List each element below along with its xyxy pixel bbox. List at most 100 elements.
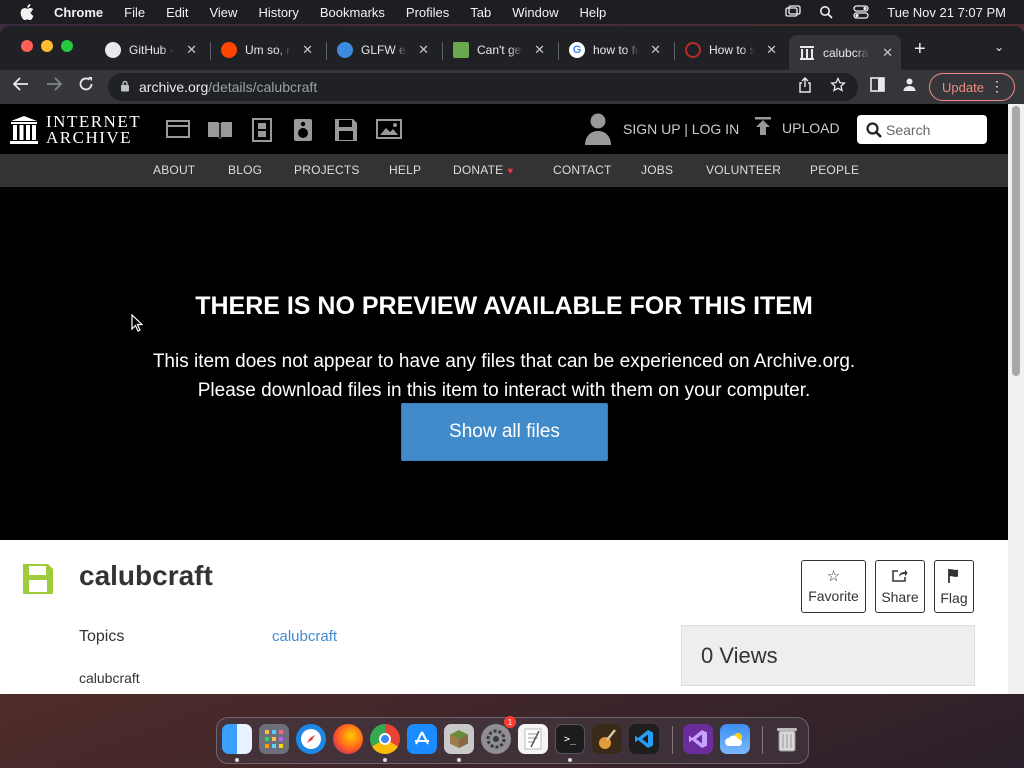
menu-bookmarks[interactable]: Bookmarks xyxy=(320,5,385,20)
tab-glfw[interactable]: GLFW err ✕ xyxy=(327,35,437,65)
ia-search-box[interactable]: Search xyxy=(857,115,987,144)
tab-close-icon[interactable]: ✕ xyxy=(186,42,197,58)
menu-edit[interactable]: Edit xyxy=(166,5,188,20)
zoom-window-button[interactable] xyxy=(61,40,73,52)
menu-profiles[interactable]: Profiles xyxy=(406,5,449,20)
nav-projects[interactable]: PROJECTS xyxy=(294,163,360,177)
share-icon[interactable] xyxy=(798,77,812,96)
app-store-icon[interactable] xyxy=(407,724,437,754)
lock-icon[interactable] xyxy=(120,80,130,95)
tab-close-icon[interactable]: ✕ xyxy=(418,42,429,58)
flag-label: Flag xyxy=(940,589,968,606)
garageband-guitar-icon[interactable] xyxy=(592,724,622,754)
profile-avatar-icon[interactable] xyxy=(902,77,917,95)
nav-jobs[interactable]: JOBS xyxy=(641,163,673,177)
visual-studio-icon[interactable] xyxy=(683,724,713,754)
more-menu-icon[interactable]: ⋮ xyxy=(990,78,1004,95)
weather-cloud-icon[interactable] xyxy=(720,724,750,754)
menu-window[interactable]: Window xyxy=(512,5,558,20)
tab-minecraft[interactable]: Can't get ✕ xyxy=(443,35,553,65)
nav-contact[interactable]: CONTACT xyxy=(553,163,612,177)
system-settings-gear-icon[interactable] xyxy=(481,724,511,754)
terminal-icon[interactable]: >_ xyxy=(555,724,585,754)
scrollbar-thumb[interactable] xyxy=(1012,106,1020,376)
software-floppy-icon[interactable] xyxy=(334,118,358,141)
tab-close-icon[interactable]: ✕ xyxy=(766,42,777,58)
tab-close-icon[interactable]: ✕ xyxy=(302,42,313,58)
video-film-icon[interactable] xyxy=(250,118,274,142)
favorite-button[interactable]: ☆ Favorite xyxy=(801,560,866,613)
menubar-clock[interactable]: Tue Nov 21 7:07 PM xyxy=(887,5,1006,20)
upload-label: UPLOAD xyxy=(782,119,840,136)
images-picture-icon[interactable] xyxy=(376,118,402,140)
reload-icon[interactable] xyxy=(78,76,94,97)
heart-icon: ♥ xyxy=(507,166,514,177)
nav-about[interactable]: ABOUT xyxy=(153,163,195,177)
texts-book-icon[interactable] xyxy=(207,118,232,140)
apple-menu-icon[interactable] xyxy=(18,3,36,21)
textedit-icon[interactable] xyxy=(518,724,548,754)
tab-title: how to fu xyxy=(593,43,639,57)
user-avatar-icon[interactable] xyxy=(584,112,612,146)
show-all-files-button[interactable]: Show all files xyxy=(401,403,608,461)
web-icon[interactable] xyxy=(166,118,190,140)
search-placeholder: Search xyxy=(886,121,931,138)
minimize-window-button[interactable] xyxy=(41,40,53,52)
chrome-icon[interactable] xyxy=(370,724,400,754)
trash-icon[interactable] xyxy=(772,724,802,754)
tab-close-icon[interactable]: ✕ xyxy=(882,45,893,61)
menu-tab[interactable]: Tab xyxy=(470,5,491,20)
side-panel-icon[interactable] xyxy=(870,77,885,95)
page-scrollbar[interactable] xyxy=(1008,104,1024,694)
topics-link[interactable]: calubcraft xyxy=(272,628,337,645)
menu-history[interactable]: History xyxy=(258,5,298,20)
launchpad-icon[interactable] xyxy=(259,724,289,754)
signup-login-link[interactable]: SIGN UP | LOG IN xyxy=(623,121,739,137)
tab-reddit[interactable]: Um so, m ✕ xyxy=(211,35,321,65)
tab-close-icon[interactable]: ✕ xyxy=(534,42,545,58)
screen-mirroring-icon[interactable] xyxy=(785,5,801,19)
nav-blog[interactable]: BLOG xyxy=(228,163,262,177)
share-button[interactable]: Share xyxy=(875,560,925,613)
forward-arrow-icon[interactable] xyxy=(45,76,63,97)
tab-google[interactable]: G how to fu ✕ xyxy=(559,35,669,65)
minecraft-block-icon[interactable] xyxy=(444,724,474,754)
update-button[interactable]: Update ⋮ xyxy=(929,73,1015,101)
nav-volunteer[interactable]: VOLUNTEER xyxy=(706,163,781,177)
nav-people[interactable]: PEOPLE xyxy=(810,163,859,177)
address-bar[interactable]: archive.org/details/calubcraft xyxy=(108,73,858,101)
close-window-button[interactable] xyxy=(21,40,33,52)
star-icon: ☆ xyxy=(826,568,841,585)
tab-title: Um so, m xyxy=(245,43,291,57)
upload-link[interactable]: UPLOAD xyxy=(754,116,840,139)
safari-compass-icon[interactable] xyxy=(296,724,326,754)
firefox-icon[interactable] xyxy=(333,724,363,754)
menu-file[interactable]: File xyxy=(124,5,145,20)
nav-donate[interactable]: DONATE ♥ xyxy=(453,163,513,177)
new-tab-plus-icon[interactable]: + xyxy=(914,38,926,61)
item-description: calubcraft xyxy=(79,670,140,686)
back-arrow-icon[interactable] xyxy=(12,76,30,97)
update-label: Update xyxy=(942,79,984,95)
vscode-icon[interactable] xyxy=(629,724,659,754)
menu-chrome[interactable]: Chrome xyxy=(54,5,103,20)
nav-help[interactable]: HELP xyxy=(389,163,421,177)
menu-view[interactable]: View xyxy=(209,5,237,20)
spotlight-search-icon[interactable] xyxy=(819,5,835,19)
control-center-icon[interactable] xyxy=(853,5,869,19)
minecraft-icon xyxy=(453,42,469,58)
tab-close-icon[interactable]: ✕ xyxy=(650,42,661,58)
tab-search-chevron-icon[interactable]: ⌄ xyxy=(994,40,1004,54)
menu-help[interactable]: Help xyxy=(580,5,607,20)
tab-title: calubcraf xyxy=(823,45,869,60)
tab-calubcraft[interactable]: calubcraf ✕ xyxy=(789,35,901,70)
tab-quora[interactable]: How to s ✕ xyxy=(675,35,785,65)
tab-github[interactable]: GitHub - ✕ xyxy=(95,35,205,65)
no-preview-line1: This item does not appear to have any fi… xyxy=(152,351,856,372)
flag-button[interactable]: Flag xyxy=(934,560,974,613)
finder-icon[interactable] xyxy=(222,724,252,754)
search-icon xyxy=(866,121,882,138)
ia-logo[interactable]: INTERNET ARCHIVE xyxy=(10,113,141,146)
audio-speaker-icon[interactable] xyxy=(292,118,316,141)
bookmark-star-icon[interactable] xyxy=(830,76,846,96)
